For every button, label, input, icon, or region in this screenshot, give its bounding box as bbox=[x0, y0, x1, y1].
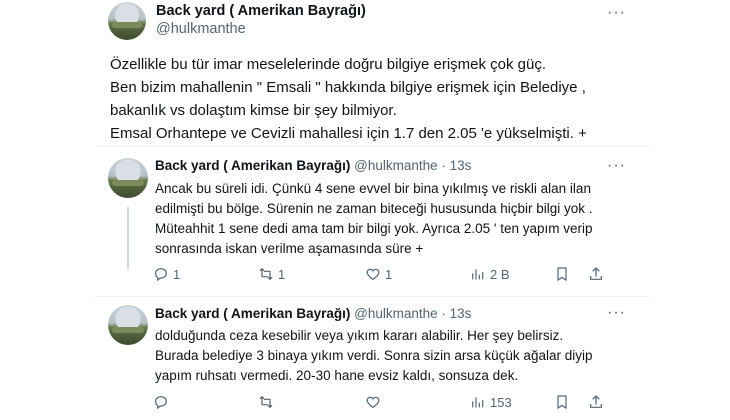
post-text-line: bakanlık vs dolaştım kimse bir şey bilmi… bbox=[110, 102, 397, 119]
share-button[interactable] bbox=[588, 394, 604, 410]
action-bar: 1 1 1 2 B bbox=[150, 266, 610, 288]
timestamp[interactable]: · 13s bbox=[441, 306, 471, 321]
heart-icon bbox=[366, 268, 380, 281]
share-button[interactable] bbox=[588, 266, 604, 282]
more-options-button[interactable]: ··· bbox=[607, 4, 626, 22]
avatar[interactable] bbox=[108, 305, 148, 345]
reply-text-line: Müteahhit 1 sene dedi ama tam bir bilgi … bbox=[155, 221, 593, 236]
reply-button[interactable]: 1 bbox=[153, 266, 180, 282]
views-icon bbox=[472, 397, 484, 408]
reply-text-line: Burada belediye 3 binaya yıkım verdi. So… bbox=[155, 348, 593, 363]
reply-icon bbox=[155, 396, 167, 410]
action-bar: 153 bbox=[150, 394, 610, 416]
views-button[interactable]: 153 bbox=[470, 394, 512, 410]
author-name[interactable]: Back yard ( Amerikan Bayrağı) bbox=[156, 3, 366, 19]
post-text-line: Özellikle bu tür imar meselelerinde doğr… bbox=[110, 56, 547, 73]
post-text-line: Emsal Orhantepe ve Cevizli mahallesi içi… bbox=[110, 125, 587, 142]
reply-text-line: yapım ruhsatı vermedi. 20-30 hane evsiz … bbox=[155, 368, 519, 383]
author-name[interactable]: Back yard ( Amerikan Bayrağı) bbox=[155, 158, 350, 173]
reply-icon bbox=[155, 268, 167, 282]
views-button[interactable]: 2 B bbox=[470, 266, 510, 282]
author-name[interactable]: Back yard ( Amerikan Bayrağı) bbox=[155, 306, 350, 321]
repost-button[interactable] bbox=[258, 394, 278, 410]
bookmark-icon bbox=[557, 267, 567, 282]
author-handle[interactable]: @hulkmanthe bbox=[354, 158, 438, 173]
more-options-button[interactable]: ··· bbox=[607, 304, 626, 322]
author-handle[interactable]: @hulkmanthe bbox=[354, 306, 438, 321]
author-handle[interactable]: @hulkmanthe bbox=[156, 21, 246, 37]
like-button[interactable] bbox=[365, 394, 385, 410]
repost-count: 1 bbox=[278, 266, 286, 282]
divider bbox=[95, 146, 650, 147]
timestamp[interactable]: · 13s bbox=[441, 158, 471, 173]
repost-button[interactable]: 1 bbox=[258, 266, 285, 282]
bookmark-button[interactable] bbox=[554, 394, 570, 410]
views-count: 2 B bbox=[490, 266, 510, 282]
bookmark-icon bbox=[557, 395, 567, 410]
share-icon bbox=[590, 395, 602, 408]
reply-text-line: sonrasında iskan verilme aşamasında süre… bbox=[155, 241, 424, 256]
reply-header: Back yard ( Amerikan Bayrağı) @hulkmanth… bbox=[155, 158, 471, 173]
heart-icon bbox=[366, 396, 380, 409]
reply-header: Back yard ( Amerikan Bayrağı) @hulkmanth… bbox=[155, 306, 471, 321]
repost-icon bbox=[259, 395, 273, 409]
bookmark-button[interactable] bbox=[554, 266, 570, 282]
more-options-button[interactable]: ··· bbox=[607, 157, 626, 175]
divider bbox=[95, 296, 650, 297]
repost-icon bbox=[259, 267, 273, 281]
reply-button[interactable] bbox=[153, 394, 173, 410]
reply-text-line: dolduğunda ceza kesebilir veya yıkım kar… bbox=[155, 328, 564, 343]
reply-text-line: edilmişti bu bölge. Sürenin ne zaman bit… bbox=[155, 201, 593, 216]
like-count: 1 bbox=[385, 266, 393, 282]
like-button[interactable]: 1 bbox=[365, 266, 392, 282]
avatar[interactable] bbox=[108, 158, 148, 198]
avatar[interactable] bbox=[108, 2, 146, 40]
share-icon bbox=[590, 267, 602, 280]
post-text-line: Ben bizim mahallenin " Emsali " hakkında… bbox=[110, 79, 586, 96]
post-text: Özellikle bu tür imar meselelerinde doğr… bbox=[110, 53, 587, 145]
thread-connector bbox=[127, 207, 129, 269]
reply-text: Ancak bu süreli idi. Çünkü 4 sene evvel … bbox=[155, 179, 593, 259]
views-count: 153 bbox=[490, 394, 512, 410]
reply-text: dolduğunda ceza kesebilir veya yıkım kar… bbox=[155, 326, 592, 386]
reply-text-line: Ancak bu süreli idi. Çünkü 4 sene evvel … bbox=[155, 181, 591, 196]
views-icon bbox=[472, 269, 484, 280]
reply-count: 1 bbox=[173, 266, 181, 282]
